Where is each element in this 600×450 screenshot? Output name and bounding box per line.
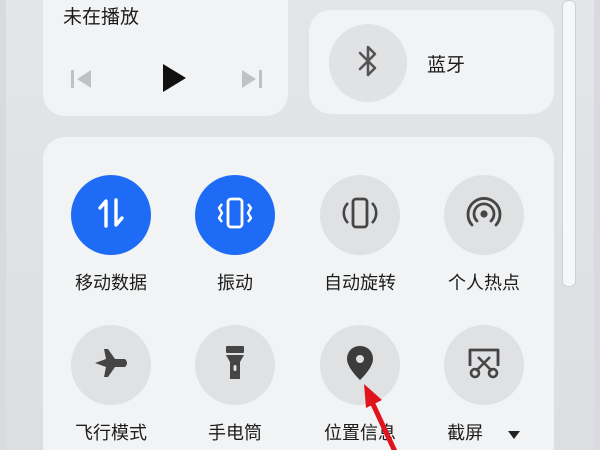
bluetooth-card[interactable]: 蓝牙 bbox=[309, 10, 554, 114]
annotation-arrow-icon bbox=[364, 384, 398, 450]
hotspot-icon bbox=[466, 196, 502, 234]
bluetooth-toggle[interactable] bbox=[329, 24, 407, 102]
tile-hotspot[interactable]: 个人热点 bbox=[424, 175, 544, 295]
hotspot-toggle[interactable] bbox=[444, 175, 524, 255]
airplane-icon bbox=[92, 346, 130, 384]
tile-label: 手电筒 bbox=[208, 423, 262, 444]
tile-label: 自动旋转 bbox=[324, 273, 396, 294]
bluetooth-label: 蓝牙 bbox=[427, 54, 466, 76]
tile-auto-rotate[interactable]: 自动旋转 bbox=[300, 175, 420, 295]
tile-label: 截屏 bbox=[424, 419, 544, 445]
tile-label: 振动 bbox=[217, 273, 253, 294]
tile-flashlight[interactable]: 手电筒 bbox=[175, 325, 295, 445]
media-player-card[interactable]: 未在播放 bbox=[43, 0, 288, 116]
vibrate-icon bbox=[213, 196, 257, 234]
tile-label: 飞行模式 bbox=[75, 423, 147, 444]
tile-screenshot[interactable]: 截屏 bbox=[424, 325, 544, 445]
bluetooth-icon bbox=[356, 44, 380, 82]
control-center: 未在播放 蓝牙 移动数据 振动 自动旋转 个人热点 飞行模式 手电筒 位置信息 … bbox=[6, 0, 594, 450]
dropdown-triangle-icon[interactable] bbox=[507, 424, 521, 445]
flashlight-toggle[interactable] bbox=[195, 325, 275, 405]
tile-airplane[interactable]: 飞行模式 bbox=[51, 325, 171, 445]
media-status: 未在播放 bbox=[63, 6, 140, 28]
mobile-data-icon bbox=[96, 196, 126, 234]
screenshot-icon bbox=[465, 346, 503, 384]
tile-label: 个人热点 bbox=[448, 273, 520, 294]
auto-rotate-icon bbox=[340, 195, 380, 235]
auto-rotate-toggle[interactable] bbox=[320, 175, 400, 255]
scrollbar[interactable] bbox=[562, 0, 576, 287]
vibrate-toggle[interactable] bbox=[195, 175, 275, 255]
tile-mobile-data[interactable]: 移动数据 bbox=[51, 175, 171, 295]
play-icon[interactable] bbox=[153, 58, 193, 98]
skip-previous-icon[interactable] bbox=[67, 64, 97, 94]
screenshot-label: 截屏 bbox=[447, 423, 484, 444]
tile-label: 移动数据 bbox=[75, 273, 147, 294]
mobile-data-toggle[interactable] bbox=[71, 175, 151, 255]
flashlight-icon bbox=[222, 344, 248, 386]
airplane-toggle[interactable] bbox=[71, 325, 151, 405]
quick-toggles-panel: 移动数据 振动 自动旋转 个人热点 飞行模式 手电筒 位置信息 截屏 bbox=[43, 137, 554, 450]
tile-vibrate[interactable]: 振动 bbox=[175, 175, 295, 295]
skip-next-icon[interactable] bbox=[236, 64, 266, 94]
screenshot-toggle[interactable] bbox=[444, 325, 524, 405]
